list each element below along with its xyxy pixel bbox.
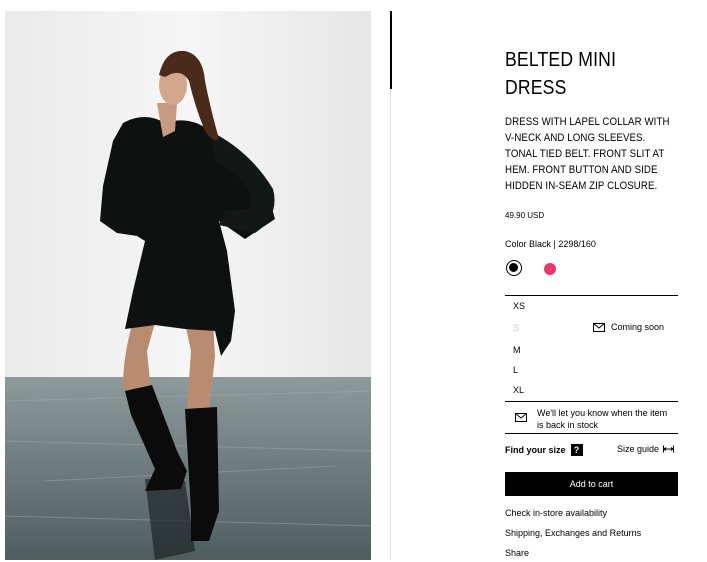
swatch-pink[interactable]	[544, 263, 556, 275]
size-selector: XS S Coming soon M L XL	[505, 295, 678, 401]
swatch-black[interactable]	[506, 260, 522, 276]
color-info: Color Black | 2298/160	[505, 239, 596, 249]
thumbnail-scroll-track[interactable]	[390, 11, 391, 560]
share-link[interactable]: Share	[505, 548, 529, 558]
product-description: DRESS WITH LAPEL COLLAR WITH V-NECK AND …	[505, 116, 670, 192]
mail-icon	[515, 413, 527, 422]
size-option-l[interactable]: L	[513, 365, 518, 375]
size-option-xs[interactable]: XS	[513, 301, 525, 311]
store-availability-link[interactable]: Check in-store availability	[505, 508, 607, 518]
find-size-label: Find your size	[505, 445, 566, 455]
size-guide-label: Size guide	[617, 444, 660, 454]
notify-text: We'll let you know when the item is back…	[537, 408, 668, 430]
thumbnail-scroll-thumb[interactable]	[390, 11, 392, 89]
coming-soon: Coming soon	[593, 322, 664, 332]
find-your-size[interactable]: Find your size ?	[505, 444, 583, 456]
product-title: BELTED MINI DRESS	[505, 49, 617, 99]
product-price: 49.90 USD	[505, 211, 545, 220]
ruler-icon	[663, 445, 675, 453]
size-option-xl[interactable]: XL	[513, 385, 524, 395]
help-icon: ?	[570, 444, 583, 456]
shipping-returns-link[interactable]: Shipping, Exchanges and Returns	[505, 528, 641, 538]
coming-soon-label: Coming soon	[611, 322, 665, 332]
product-photo[interactable]	[5, 11, 371, 560]
size-option-s[interactable]: S	[513, 323, 519, 333]
size-option-m[interactable]: M	[513, 345, 521, 355]
notify-back-in-stock[interactable]: We'll let you know when the item is back…	[505, 401, 678, 434]
size-guide-link[interactable]: Size guide	[617, 444, 675, 454]
add-to-cart-button[interactable]: Add to cart	[505, 472, 678, 496]
mail-icon	[593, 322, 605, 332]
